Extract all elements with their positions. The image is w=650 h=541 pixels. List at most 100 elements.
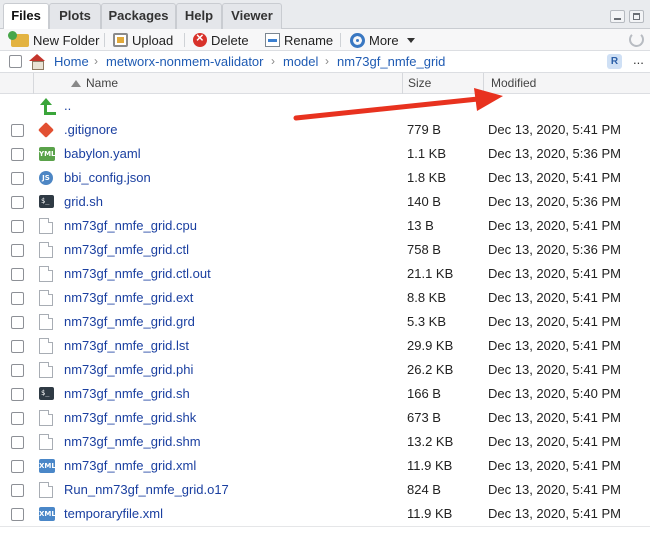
row-checkbox[interactable] <box>11 316 24 329</box>
rename-button[interactable]: Rename <box>265 30 333 50</box>
upload-icon <box>113 33 128 47</box>
file-name[interactable]: nm73gf_nmfe_grid.lst <box>64 338 189 353</box>
file-name[interactable]: babylon.yaml <box>64 146 141 161</box>
file-modified: Dec 13, 2020, 5:41 PM <box>488 362 621 377</box>
header-modified[interactable]: Modified <box>491 76 536 90</box>
file-row[interactable]: nm73gf_nmfe_grid.grd 5.3 KB Dec 13, 2020… <box>0 310 650 334</box>
breadcrumb-home[interactable]: Home <box>54 54 89 69</box>
file-name[interactable]: grid.sh <box>64 194 103 209</box>
file-name[interactable]: .. <box>64 98 71 113</box>
tab-help[interactable]: Help <box>176 3 222 29</box>
refresh-icon[interactable] <box>629 32 644 47</box>
row-checkbox[interactable] <box>11 364 24 377</box>
file-name[interactable]: nm73gf_nmfe_grid.shk <box>64 410 196 425</box>
parent-directory-row[interactable]: .. <box>0 94 650 118</box>
file-row[interactable]: nm73gf_nmfe_grid.ext 8.8 KB Dec 13, 2020… <box>0 286 650 310</box>
file-row[interactable]: nm73gf_nmfe_grid.shm 13.2 KB Dec 13, 202… <box>0 430 650 454</box>
document-icon <box>39 266 53 282</box>
file-name[interactable]: nm73gf_nmfe_grid.cpu <box>64 218 197 233</box>
row-checkbox[interactable] <box>11 460 24 473</box>
row-checkbox[interactable] <box>11 268 24 281</box>
header-divider <box>483 73 484 94</box>
file-row[interactable]: nm73gf_nmfe_grid.shk 673 B Dec 13, 2020,… <box>0 406 650 430</box>
file-name[interactable]: nm73gf_nmfe_grid.ctl.out <box>64 266 211 281</box>
delete-icon <box>193 30 207 47</box>
file-name[interactable]: nm73gf_nmfe_grid.grd <box>64 314 195 329</box>
file-modified: Dec 13, 2020, 5:41 PM <box>488 314 621 329</box>
row-checkbox[interactable] <box>11 412 24 425</box>
row-checkbox[interactable] <box>11 340 24 353</box>
breadcrumb-item-current[interactable]: nm73gf_nmfe_grid <box>337 54 445 69</box>
file-row[interactable]: nm73gf_nmfe_grid.cpu 13 B Dec 13, 2020, … <box>0 214 650 238</box>
breadcrumb-item[interactable]: model <box>283 54 318 69</box>
row-checkbox[interactable] <box>11 124 24 137</box>
file-modified: Dec 13, 2020, 5:41 PM <box>488 506 621 521</box>
file-modified: Dec 13, 2020, 5:41 PM <box>488 170 621 185</box>
file-name[interactable]: nm73gf_nmfe_grid.phi <box>64 362 193 377</box>
row-checkbox[interactable] <box>11 244 24 257</box>
new-folder-label: New Folder <box>33 32 100 48</box>
file-row[interactable]: $_ grid.sh 140 B Dec 13, 2020, 5:36 PM <box>0 190 650 214</box>
file-name[interactable]: nm73gf_nmfe_grid.ctl <box>64 242 189 257</box>
row-checkbox[interactable] <box>11 436 24 449</box>
document-icon <box>39 410 53 426</box>
file-row[interactable]: nm73gf_nmfe_grid.ctl.out 21.1 KB Dec 13,… <box>0 262 650 286</box>
file-row[interactable]: YML babylon.yaml 1.1 KB Dec 13, 2020, 5:… <box>0 142 650 166</box>
document-icon <box>39 434 53 450</box>
file-name[interactable]: nm73gf_nmfe_grid.sh <box>64 386 190 401</box>
document-icon <box>39 362 53 378</box>
tab-packages[interactable]: Packages <box>101 3 176 29</box>
row-checkbox[interactable] <box>11 292 24 305</box>
file-name[interactable]: nm73gf_nmfe_grid.ext <box>64 290 193 305</box>
file-size: 758 B <box>407 242 441 257</box>
row-checkbox[interactable] <box>11 484 24 497</box>
row-checkbox[interactable] <box>11 172 24 185</box>
row-checkbox[interactable] <box>11 508 24 521</box>
row-checkbox[interactable] <box>11 148 24 161</box>
minimize-icon[interactable] <box>610 10 625 23</box>
file-row[interactable]: Run_nm73gf_nmfe_grid.o17 824 B Dec 13, 2… <box>0 478 650 502</box>
project-icon[interactable]: R <box>607 54 622 69</box>
file-row[interactable]: nm73gf_nmfe_grid.phi 26.2 KB Dec 13, 202… <box>0 358 650 382</box>
file-size: 26.2 KB <box>407 362 454 377</box>
file-modified: Dec 13, 2020, 5:41 PM <box>488 410 621 425</box>
tab-files[interactable]: Files <box>3 3 49 30</box>
go-to-directory-button[interactable]: ... <box>633 52 644 67</box>
file-name[interactable]: temporaryfile.xml <box>64 506 163 521</box>
file-size: 8.8 KB <box>407 290 447 305</box>
file-name[interactable]: Run_nm73gf_nmfe_grid.o17 <box>64 482 229 497</box>
tab-viewer[interactable]: Viewer <box>222 3 282 29</box>
new-folder-icon <box>8 30 29 47</box>
home-icon[interactable] <box>29 54 46 70</box>
file-name[interactable]: nm73gf_nmfe_grid.xml <box>64 458 196 473</box>
breadcrumb-item[interactable]: metworx-nonmem-validator <box>106 54 264 69</box>
delete-button[interactable]: Delete <box>193 30 249 50</box>
file-size: 166 B <box>407 386 441 401</box>
file-row[interactable]: nm73gf_nmfe_grid.lst 29.9 KB Dec 13, 202… <box>0 334 650 358</box>
file-modified: Dec 13, 2020, 5:41 PM <box>488 338 621 353</box>
row-checkbox[interactable] <box>11 388 24 401</box>
yaml-icon: YML <box>39 147 56 161</box>
new-folder-button[interactable]: New Folder <box>8 30 100 50</box>
upload-button[interactable]: Upload <box>113 30 173 50</box>
row-checkbox[interactable] <box>11 196 24 209</box>
header-size[interactable]: Size <box>408 76 431 90</box>
file-name[interactable]: .gitignore <box>64 122 117 137</box>
file-list-header: Name Size Modified <box>0 73 650 94</box>
more-menu-button[interactable]: More <box>350 30 415 50</box>
header-name[interactable]: Name <box>86 76 118 90</box>
file-row[interactable]: XML nm73gf_nmfe_grid.xml 11.9 KB Dec 13,… <box>0 454 650 478</box>
file-row[interactable]: $_ nm73gf_nmfe_grid.sh 166 B Dec 13, 202… <box>0 382 650 406</box>
maximize-icon[interactable] <box>629 10 644 23</box>
file-row[interactable]: XML temporaryfile.xml 11.9 KB Dec 13, 20… <box>0 502 650 526</box>
tab-plots[interactable]: Plots <box>49 3 101 29</box>
row-checkbox[interactable] <box>11 220 24 233</box>
file-modified: Dec 13, 2020, 5:41 PM <box>488 122 621 137</box>
file-row[interactable]: nm73gf_nmfe_grid.ctl 758 B Dec 13, 2020,… <box>0 238 650 262</box>
file-row[interactable]: .gitignore 779 B Dec 13, 2020, 5:41 PM <box>0 118 650 142</box>
select-all-checkbox[interactable] <box>9 55 22 68</box>
file-row[interactable]: JS bbi_config.json 1.8 KB Dec 13, 2020, … <box>0 166 650 190</box>
file-name[interactable]: nm73gf_nmfe_grid.shm <box>64 434 201 449</box>
file-name[interactable]: bbi_config.json <box>64 170 151 185</box>
more-label: More <box>369 32 399 48</box>
